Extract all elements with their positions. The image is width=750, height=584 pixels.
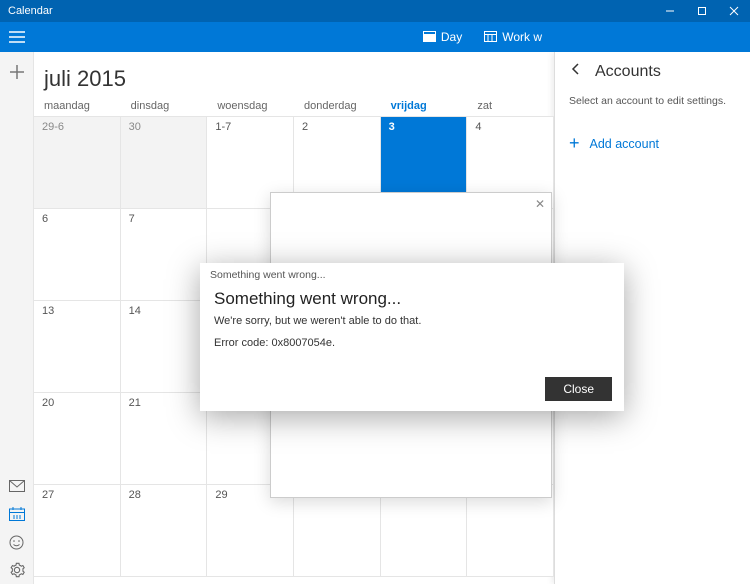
- close-icon[interactable]: ✕: [535, 197, 545, 211]
- menu-button[interactable]: [0, 22, 34, 52]
- workweek-view-icon: [484, 30, 497, 45]
- day-name: vrijdag: [381, 100, 468, 112]
- calendar-cell[interactable]: 20: [34, 393, 121, 485]
- plus-icon: +: [569, 133, 580, 154]
- view-workweek-button[interactable]: Work w: [476, 22, 550, 52]
- settings-icon[interactable]: [0, 556, 34, 584]
- error-dialog: Something went wrong... Something went w…: [200, 263, 624, 411]
- maximize-button[interactable]: [686, 0, 718, 22]
- calendar-cell[interactable]: 31: [381, 485, 468, 577]
- mail-icon[interactable]: [0, 472, 34, 500]
- day-name: maandag: [34, 100, 121, 112]
- calendar-cell[interactable]: 30: [294, 485, 381, 577]
- new-event-button[interactable]: [0, 52, 33, 92]
- minimize-button[interactable]: [654, 0, 686, 22]
- calendar-cell[interactable]: 6: [34, 209, 121, 301]
- dialog-caption: Something went wrong...: [200, 263, 624, 285]
- calendar-cell[interactable]: 7: [121, 209, 208, 301]
- calendar-cell[interactable]: 29-6: [34, 117, 121, 209]
- calendar-cell[interactable]: 13: [34, 301, 121, 393]
- close-window-button[interactable]: [718, 0, 750, 22]
- command-bar: Day Work w: [0, 22, 750, 52]
- window-title: Calendar: [8, 5, 654, 17]
- view-day-button[interactable]: Day: [415, 22, 470, 52]
- view-workweek-label: Work w: [502, 30, 542, 44]
- dialog-heading: Something went wrong...: [200, 285, 624, 315]
- left-rail: [0, 52, 34, 584]
- accounts-subtitle: Select an account to edit settings.: [569, 95, 736, 107]
- back-icon[interactable]: [569, 62, 583, 81]
- calendar-cell[interactable]: 14: [121, 301, 208, 393]
- dialog-message: We're sorry, but we weren't able to do t…: [200, 315, 624, 337]
- calendar-cell[interactable]: 1-8: [467, 485, 554, 577]
- main-area: juli 2015 maandagdinsdagwoensdagdonderda…: [0, 52, 750, 584]
- add-account-button[interactable]: + Add account: [569, 133, 736, 154]
- calendar-cell[interactable]: 27: [34, 485, 121, 577]
- calendar-cell[interactable]: 29: [207, 485, 294, 577]
- calendar-cell[interactable]: 30: [121, 117, 208, 209]
- close-button[interactable]: Close: [545, 377, 612, 401]
- day-names-row: maandagdinsdagwoensdagdonderdagvrijdagza…: [34, 100, 554, 116]
- calendar-cell[interactable]: 28: [121, 485, 208, 577]
- day-name: donderdag: [294, 100, 381, 112]
- accounts-title: Accounts: [595, 63, 661, 81]
- add-account-label: Add account: [590, 137, 660, 151]
- calendar-icon[interactable]: [0, 500, 34, 528]
- day-name: zat: [467, 100, 554, 112]
- title-bar: Calendar: [0, 0, 750, 22]
- dialog-error-code: Error code: 0x8007054e.: [200, 337, 624, 349]
- view-day-label: Day: [441, 30, 462, 44]
- day-view-icon: [423, 30, 436, 45]
- month-title: juli 2015: [34, 66, 554, 92]
- calendar-view: juli 2015 maandagdinsdagwoensdagdonderda…: [34, 52, 554, 584]
- calendar-cell[interactable]: 21: [121, 393, 208, 485]
- feedback-icon[interactable]: [0, 528, 34, 556]
- day-name: woensdag: [207, 100, 294, 112]
- day-name: dinsdag: [121, 100, 208, 112]
